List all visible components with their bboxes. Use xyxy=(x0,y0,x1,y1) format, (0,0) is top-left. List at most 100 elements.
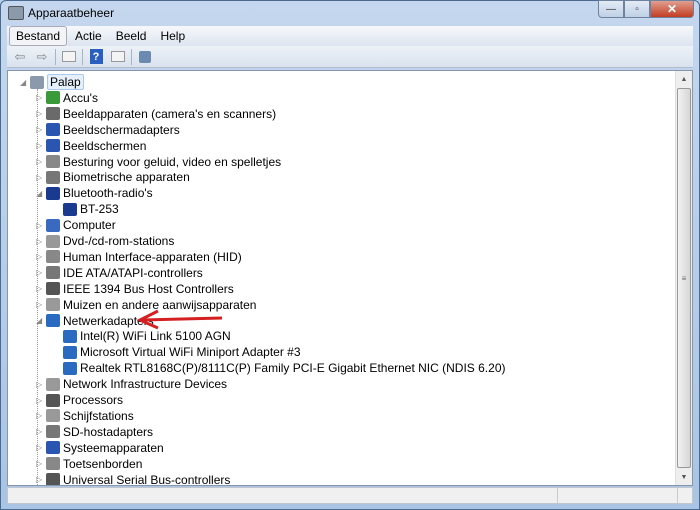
device-icon xyxy=(46,107,60,121)
tree-item-label: Schijfstations xyxy=(63,408,134,423)
tree-category[interactable]: ▷ IDE ATA/ATAPI-controllers xyxy=(36,265,203,281)
device-icon xyxy=(46,298,60,312)
device-icon xyxy=(46,441,60,455)
separator xyxy=(82,48,83,65)
menu-actie[interactable]: Actie xyxy=(69,27,108,45)
device-manager-icon xyxy=(8,6,24,20)
tree-item-label: Beeldschermadapters xyxy=(63,122,180,137)
status-bar xyxy=(7,487,693,504)
tree-item-label: Network Infrastructure Devices xyxy=(63,377,228,392)
device-icon xyxy=(46,234,60,248)
tree-item-label: Besturing voor geluid, video en spelletj… xyxy=(63,154,282,169)
tree-device[interactable]: BT-253 xyxy=(63,201,119,217)
toolbar: ⇦ ⇨ ? xyxy=(7,46,693,68)
device-icon xyxy=(46,282,60,296)
tree-item-label: Intel(R) WiFi Link 5100 AGN xyxy=(80,329,231,344)
tree-item-label: BT-253 xyxy=(80,202,119,217)
tree-category[interactable]: ▷ IEEE 1394 Bus Host Controllers xyxy=(36,281,234,297)
device-icon xyxy=(46,393,60,407)
tree-category[interactable]: ▷ Universal Serial Bus-controllers xyxy=(36,472,231,486)
device-icon xyxy=(63,202,77,216)
scan-hardware-icon[interactable] xyxy=(136,49,154,65)
help-button[interactable]: ? xyxy=(87,49,105,65)
tree-category[interactable]: ◢ Netwerkadapters xyxy=(36,313,154,329)
tree-item-label: Realtek RTL8168C(P)/8111C(P) Family PCI-… xyxy=(80,361,506,376)
tree-line xyxy=(37,89,38,485)
tree-category[interactable]: ▷ Processors xyxy=(36,392,124,408)
device-icon xyxy=(46,170,60,184)
menu-bestand[interactable]: Bestand xyxy=(9,26,68,46)
tree-item-label: Processors xyxy=(63,393,124,407)
close-button[interactable]: ✕ xyxy=(650,0,694,18)
back-icon[interactable]: ⇦ xyxy=(11,49,29,65)
tree-item-label: Universal Serial Bus-controllers xyxy=(63,472,231,486)
device-icon xyxy=(63,329,77,343)
device-icon xyxy=(46,91,60,105)
status-pane xyxy=(558,488,678,503)
tree-item-label: Dvd-/cd-rom-stations xyxy=(63,234,175,248)
scroll-down-icon[interactable]: ▼ xyxy=(676,469,692,485)
device-icon xyxy=(46,123,60,137)
tree-category[interactable]: ▷ Beeldapparaten (camera's en scanners) xyxy=(36,106,277,122)
tree-item-label: Netwerkadapters xyxy=(63,313,154,328)
minimize-button[interactable]: — xyxy=(598,0,624,18)
device-icon xyxy=(46,139,60,153)
tree-item-label: Systeemapparaten xyxy=(63,440,164,455)
tree-item-label: Beeldschermen xyxy=(63,138,147,153)
tree-device[interactable]: Microsoft Virtual WiFi Miniport Adapter … xyxy=(63,344,301,360)
device-icon xyxy=(46,377,60,391)
tree-category[interactable]: ▷ Network Infrastructure Devices xyxy=(36,376,228,392)
scroll-up-icon[interactable]: ▲ xyxy=(676,71,692,87)
device-tree[interactable]: ▲ ≡ ▼ ◢ Palap ▷ Accu's ▷ Beeldapparaten (came… xyxy=(7,70,693,486)
tree-category[interactable]: ▷ Dvd-/cd-rom-stations xyxy=(36,233,175,249)
tree-category[interactable]: ▷ Accu's xyxy=(36,90,98,106)
tree-category[interactable]: ▷ Computer xyxy=(36,217,116,233)
action-pane-icon[interactable] xyxy=(109,49,127,65)
scrollbar-thumb[interactable]: ≡ xyxy=(677,88,691,468)
device-icon xyxy=(46,409,60,423)
device-icon xyxy=(30,75,44,89)
tree-category[interactable]: ▷ Beeldschermen xyxy=(36,138,147,154)
show-hide-console-tree-icon[interactable] xyxy=(60,49,78,65)
tree-item-label: Computer xyxy=(63,218,116,233)
tree-category[interactable]: ▷ Human Interface-apparaten (HID) xyxy=(36,249,242,265)
tree-category[interactable]: ◢ Bluetooth-radio's xyxy=(36,185,153,201)
tree-item-label: Palap xyxy=(47,74,84,90)
tree-device[interactable]: Intel(R) WiFi Link 5100 AGN xyxy=(63,328,231,344)
tree-category[interactable]: ▷ Muizen en andere aanwijsapparaten xyxy=(36,297,257,313)
tree-device[interactable]: Realtek RTL8168C(P)/8111C(P) Family PCI-… xyxy=(63,360,505,376)
tree-item-label: Beeldapparaten (camera's en scanners) xyxy=(63,106,277,121)
tree-category[interactable]: ▷ SD-hostadapters xyxy=(36,424,154,440)
tree-item-label: Biometrische apparaten xyxy=(63,170,190,185)
tree-category[interactable]: ▷ Schijfstations xyxy=(36,408,134,424)
help-icon: ? xyxy=(89,49,103,64)
forward-icon[interactable]: ⇨ xyxy=(33,49,51,65)
window-title: Apparaatbeheer xyxy=(28,6,115,20)
tree-item-label: Muizen en andere aanwijsapparaten xyxy=(63,297,257,312)
menu-beeld[interactable]: Beeld xyxy=(110,27,153,45)
tree-item-label: Accu's xyxy=(63,90,98,105)
tree-root[interactable]: ◢ Palap xyxy=(20,74,84,90)
vertical-scrollbar[interactable]: ▲ ≡ ▼ xyxy=(675,71,692,485)
maximize-button[interactable]: ▫ xyxy=(624,0,650,18)
device-icon xyxy=(46,425,60,439)
tree-category[interactable]: ▷ Beeldschermadapters xyxy=(36,122,180,138)
device-icon xyxy=(46,155,60,168)
tree-item-label: SD-hostadapters xyxy=(63,424,154,439)
status-pane xyxy=(8,488,558,503)
device-icon xyxy=(46,266,60,280)
title-bar[interactable]: Apparaatbeheer — ▫ ✕ xyxy=(0,0,700,26)
tree-item-label: Bluetooth-radio's xyxy=(63,186,153,201)
device-icon xyxy=(63,345,77,359)
tree-category[interactable]: ▷ Systeemapparaten xyxy=(36,440,164,456)
collapse-icon[interactable]: ◢ xyxy=(20,78,28,87)
tree-category[interactable]: ▷ Toetsenborden xyxy=(36,456,142,472)
device-icon xyxy=(46,457,60,471)
separator xyxy=(131,48,132,65)
device-icon xyxy=(46,218,60,232)
tree-category[interactable]: ▷ Biometrische apparaten xyxy=(36,169,190,185)
device-icon xyxy=(46,314,60,327)
menu-help[interactable]: Help xyxy=(154,27,191,45)
tree-category[interactable]: ▷ Besturing voor geluid, video en spellet… xyxy=(36,154,282,170)
tree-item-label: Microsoft Virtual WiFi Miniport Adapter … xyxy=(80,345,301,360)
